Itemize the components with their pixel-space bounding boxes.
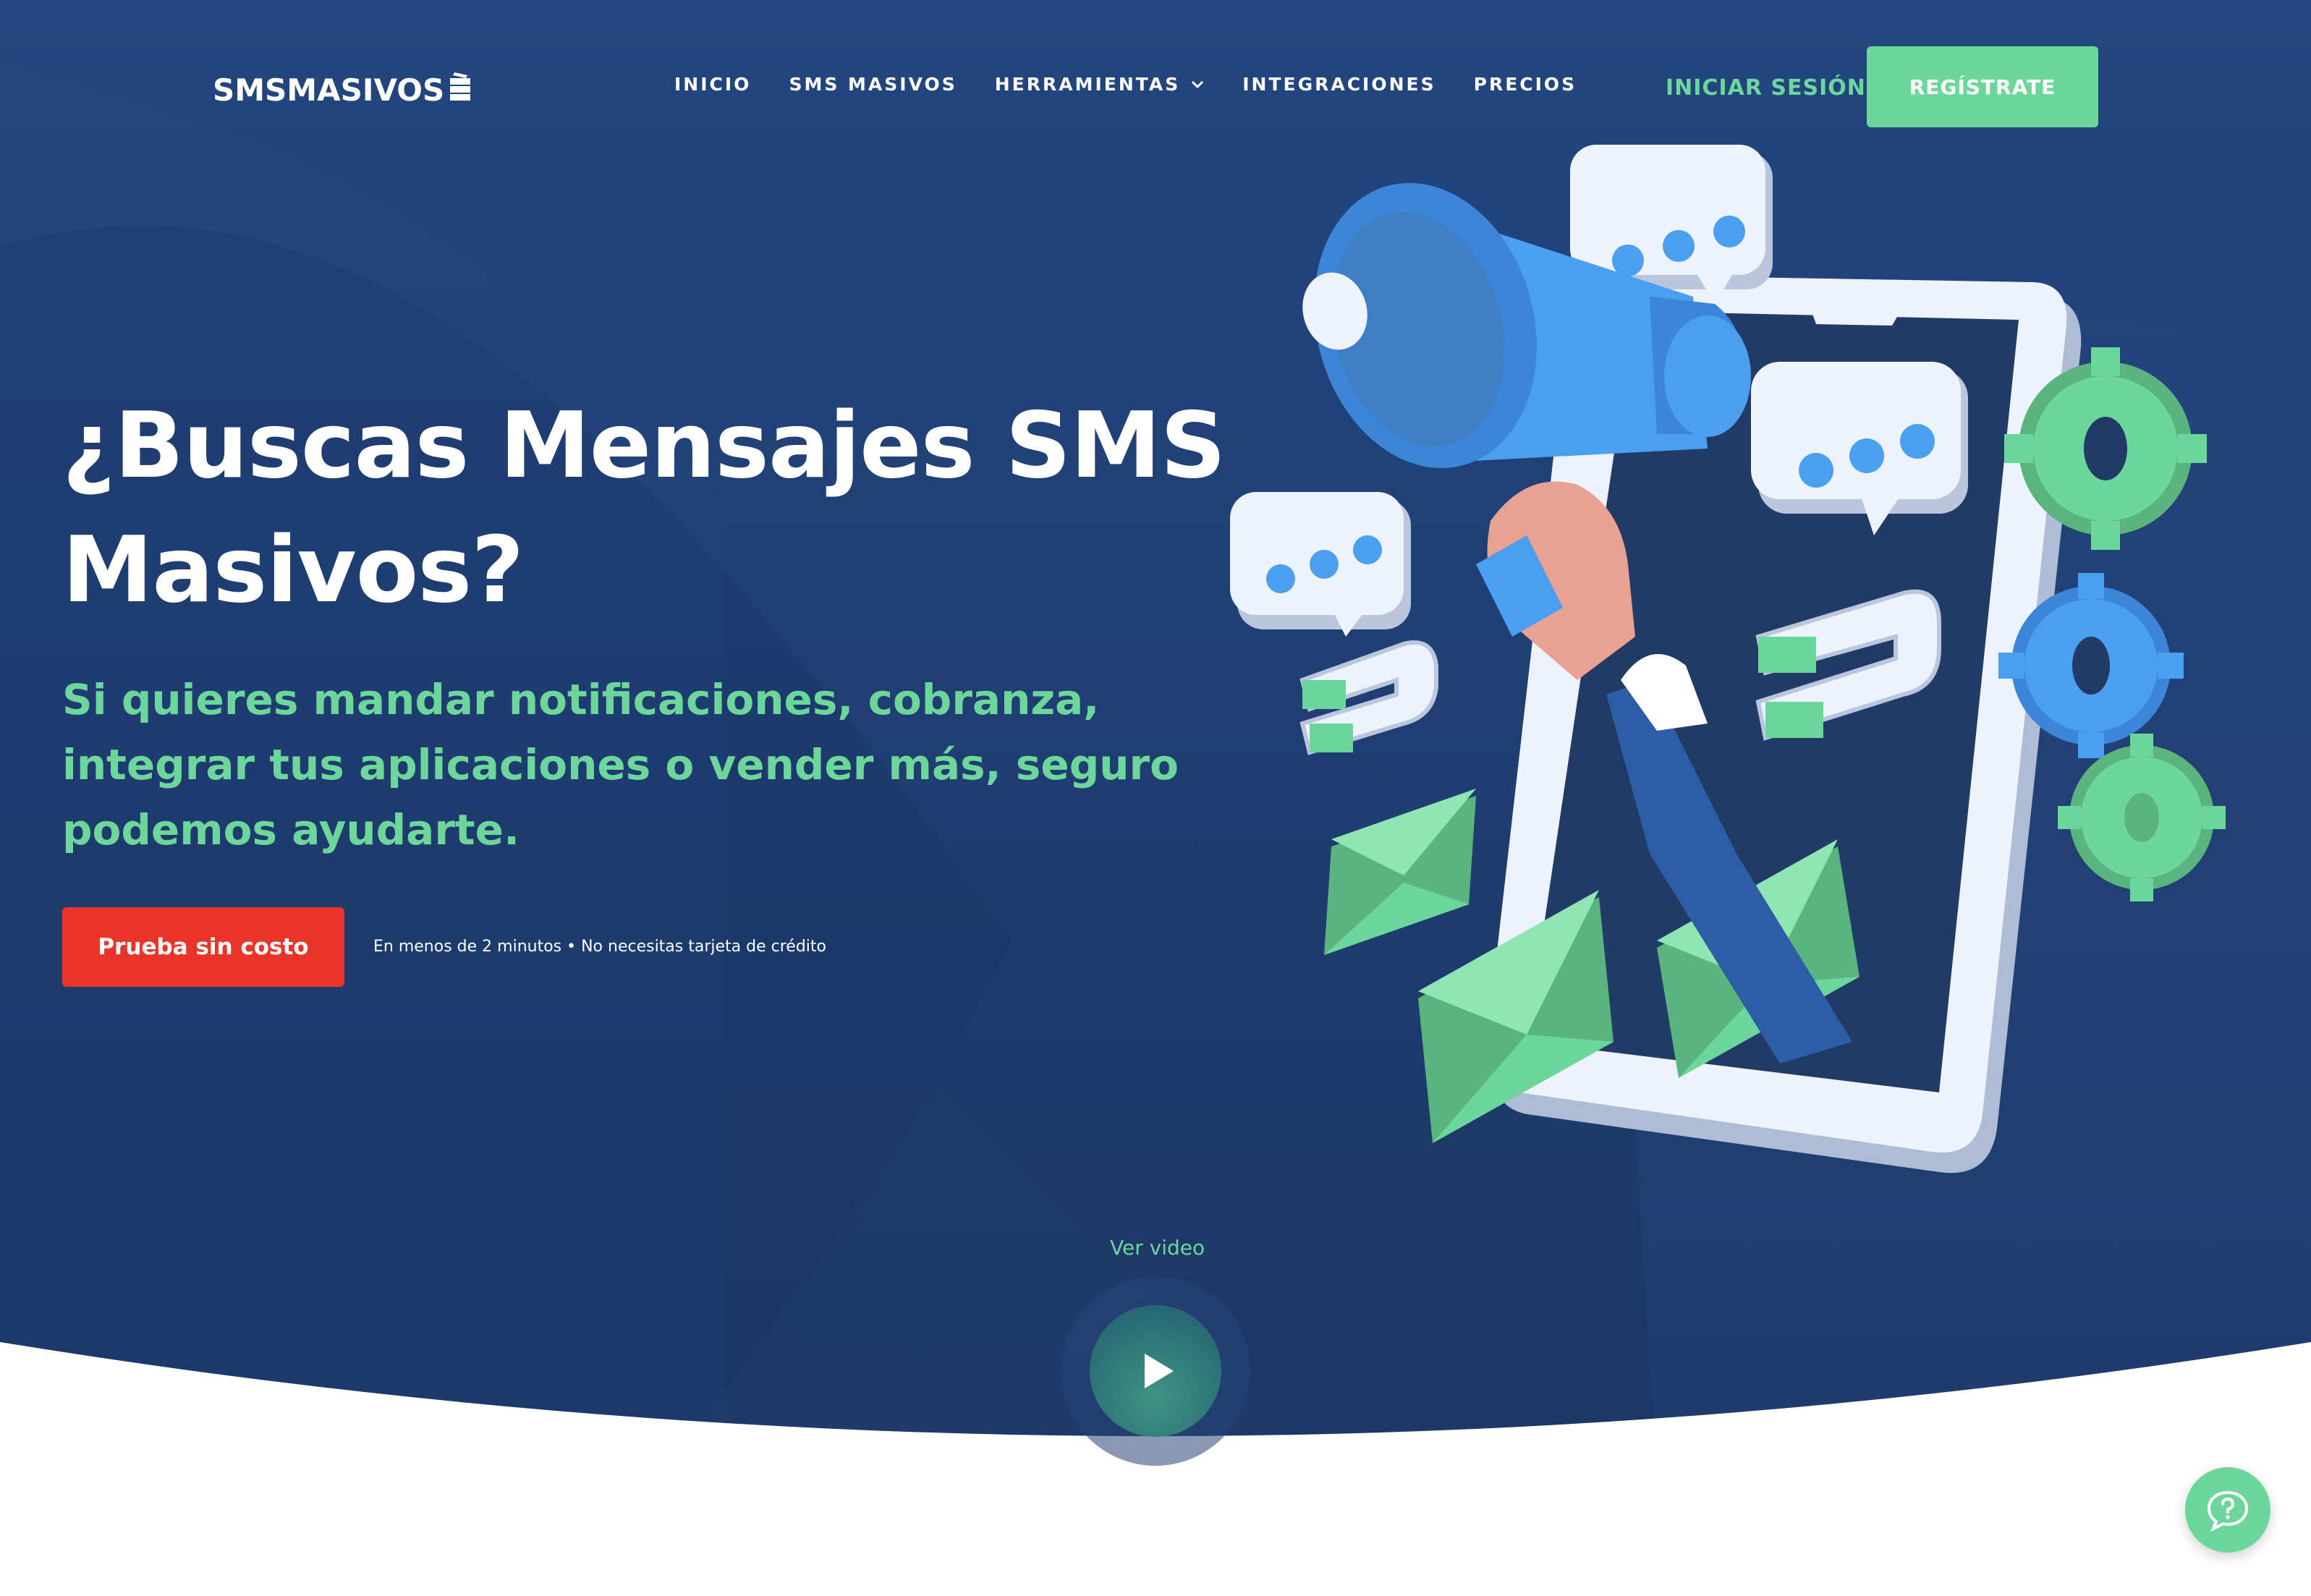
chevron-down-icon [1192,80,1204,88]
nav-item-label: HERRAMIENTAS [994,74,1181,95]
stacked-boxes-icon [450,72,471,101]
nav-item-precios[interactable]: PRECIOS [1474,74,1577,95]
envelope-small [1324,789,1476,955]
chat-bubble-left [1230,492,1411,637]
cta-note: En menos de 2 minutos • No necesitas tar… [373,938,826,956]
hero-headline: ¿Buscas Mensajes SMS Masivos? [62,392,1226,623]
nav-item-label: INTEGRACIONES [1242,74,1436,95]
nav-item-label: INICIO [674,74,752,95]
signup-button[interactable]: REGÍSTRATE [1867,46,2098,127]
megaphone-phone-illustration [1230,145,2226,1173]
nav-item-integraciones[interactable]: INTEGRACIONES [1242,74,1436,95]
play-button-core [1090,1305,1221,1437]
nav-item-herramientas[interactable]: HERRAMIENTAS [995,74,1205,95]
video-label: Ver video [1110,1236,1205,1260]
main-nav: INICIO SMS MASIVOS HERRAMIENTAS INTEGRAC… [674,74,1577,95]
brand-name: SMSMASIVOS [213,72,445,108]
nav-item-inicio[interactable]: INICIO [674,74,751,95]
play-icon [1145,1354,1174,1388]
gear-green-bottom [2058,734,2226,901]
hero-section: SMSMASIVOS INICIO SMS MASIVOS HERRAMIENT… [0,0,2311,1596]
login-link[interactable]: INICIAR SESIÓN [1666,75,1866,101]
nav-item-label: PRECIOS [1473,74,1577,95]
magnet-left [1299,640,1438,755]
play-video-button[interactable] [1061,1276,1250,1466]
nav-item-label: SMS MASIVOS [789,74,957,95]
hero-subheadline: Si quieres mandar notificaciones, cobran… [62,675,1179,854]
nav-item-sms-masivos[interactable]: SMS MASIVOS [789,74,957,95]
free-trial-button[interactable]: Prueba sin costo [62,907,344,987]
chat-bubble-right [1751,362,1968,535]
help-chat-icon [2207,1490,2249,1532]
help-chat-button[interactable] [2185,1467,2270,1553]
brand-logo[interactable]: SMSMASIVOS [213,68,473,111]
